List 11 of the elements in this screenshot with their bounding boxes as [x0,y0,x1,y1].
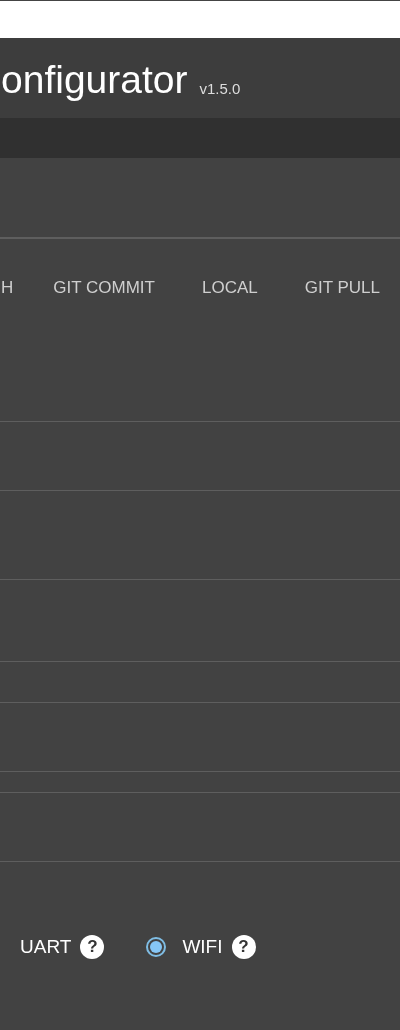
help-icon[interactable]: ? [231,934,256,959]
help-icon[interactable]: ? [80,934,105,959]
column-header: GIT COMMIT [53,278,155,298]
column-header: LOCAL [201,278,258,298]
radio-label: UART [20,935,72,958]
app-title: onfigurator [1,58,188,102]
version-label: v1.5.0 [199,79,241,97]
column-header: H [1,278,14,298]
radio-button[interactable] [146,936,167,957]
column-header: GIT PULL [304,278,380,298]
radio-label: WIFI [182,935,223,958]
